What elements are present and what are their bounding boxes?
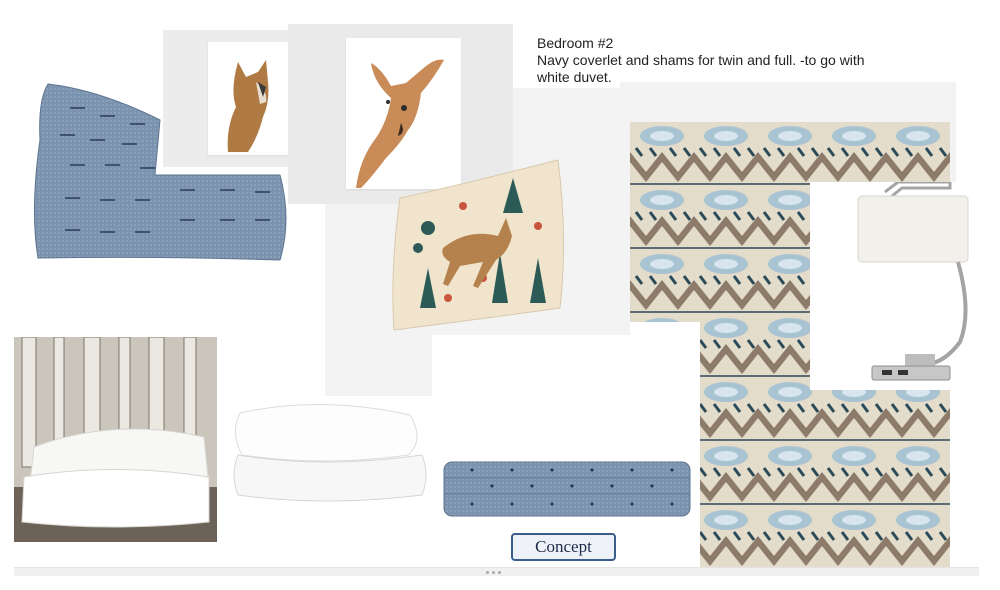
table-lamp-icon [857,180,969,381]
note-title: Bedroom #2 [537,35,614,51]
blue-coverlet-image[interactable] [442,454,692,524]
drag-handle-icon[interactable] [486,571,506,577]
white-duvet-image[interactable] [230,395,430,507]
fox-print-frame [208,42,298,155]
note-body: Navy coverlet and shams for twin and ful… [537,52,865,85]
table-lamp-image[interactable] [810,180,970,390]
concept-button[interactable]: Concept [511,533,616,561]
board-note: Bedroom #2 Navy coverlet and shams for t… [537,35,897,86]
birch-tree-duvet-image[interactable] [14,337,217,542]
deer-folk-pillow-image[interactable] [388,158,568,333]
fox-illustration-icon [227,60,269,152]
mood-board: Bedroom #2 Navy coverlet and shams for t… [0,0,1000,590]
